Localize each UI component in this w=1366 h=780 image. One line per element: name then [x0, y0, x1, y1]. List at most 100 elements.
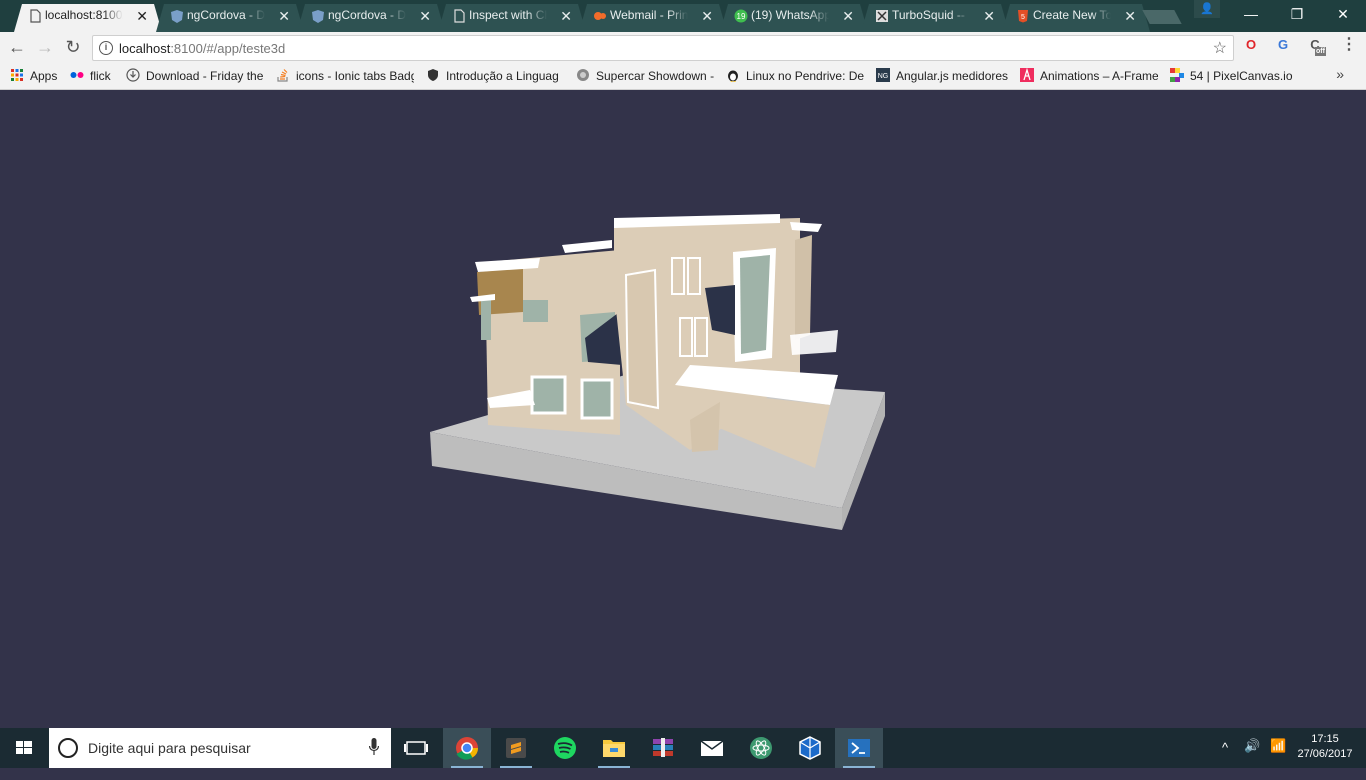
bookmark-download[interactable]: Download - Friday the	[126, 68, 264, 84]
taskbar-search[interactable]: Digite aqui para pesquisar	[49, 728, 391, 768]
menu-icon[interactable]: ⋮	[1340, 36, 1358, 54]
left-window-bottom	[530, 375, 567, 415]
tower-window-4	[694, 317, 708, 357]
tower-window-3	[679, 317, 693, 357]
bookmark-flick[interactable]: flick	[70, 68, 118, 84]
powershell-icon[interactable]	[835, 728, 883, 768]
bookmark-pixelcanvas[interactable]: 54 | PixelCanvas.io	[1170, 68, 1300, 84]
close-icon[interactable]: ✕	[560, 5, 572, 27]
tab-webmail[interactable]: Webmail - Prin ✕	[579, 4, 727, 32]
grey-extension-icon[interactable]: Coff	[1306, 36, 1326, 56]
restore-button[interactable]: ❐	[1274, 0, 1320, 28]
sublime-text-icon[interactable]	[492, 728, 540, 768]
reload-button[interactable]: ↻	[61, 35, 85, 59]
address-path: :8100/#/app/teste3d	[170, 41, 286, 56]
user-profile-icon[interactable]: 👤	[1194, 0, 1220, 18]
tab-localhost[interactable]: localhost:8100/ ✕	[14, 4, 162, 32]
back-button[interactable]: ←	[5, 35, 29, 59]
tower-glass	[740, 255, 770, 354]
task-view-icon[interactable]	[392, 728, 440, 768]
file-explorer-icon[interactable]	[590, 728, 638, 768]
tab-label: ngCordova - D	[328, 8, 406, 22]
volume-icon[interactable]: 🔊	[1244, 738, 1260, 778]
tux-icon	[728, 70, 738, 82]
tab-label: Webmail - Prin	[610, 8, 688, 22]
tab-ngcordova-1[interactable]: ngCordova - D ✕	[156, 4, 304, 32]
cpanel-icon	[594, 12, 606, 20]
tab-whatsapp[interactable]: 19 (19) WhatsApp ✕	[720, 4, 868, 32]
close-window-button[interactable]: ✕	[1320, 0, 1366, 28]
cortana-icon[interactable]	[58, 738, 78, 758]
translate-extension-icon[interactable]: G	[1274, 36, 1292, 54]
browser-toolbar: ← → ↻ i localhost:8100/#/app/teste3d ☆	[0, 32, 1366, 62]
page-icon	[454, 9, 465, 23]
tab-label: ngCordova - D	[187, 8, 265, 22]
extension-off-badge: off	[1315, 47, 1326, 56]
center-window-bottom	[580, 378, 614, 420]
tab-label: (19) WhatsApp	[751, 8, 829, 22]
stackoverflow-icon	[277, 69, 288, 82]
start-button[interactable]	[0, 728, 48, 768]
address-bar[interactable]: i localhost:8100/#/app/teste3d ☆	[92, 35, 1234, 61]
close-icon[interactable]: ✕	[983, 5, 995, 27]
windows-logo-icon	[16, 741, 32, 754]
tower-pillar	[624, 268, 660, 410]
tab-label: Create New Top	[1033, 8, 1111, 22]
chrome-icon[interactable]	[443, 728, 491, 768]
virtualbox-icon[interactable]	[786, 728, 834, 768]
tab-label: TurboSquid --	[892, 8, 965, 22]
bookmarks-overflow-button[interactable]: »	[1336, 66, 1344, 82]
winrar-icon[interactable]	[639, 728, 687, 768]
close-icon[interactable]: ✕	[842, 5, 854, 27]
close-icon[interactable]: ✕	[701, 5, 713, 27]
close-icon[interactable]: ✕	[136, 5, 148, 27]
tab-create-topic[interactable]: 5 Create New Top ✕	[1002, 4, 1150, 32]
tab-inspect[interactable]: Inspect with Ch ✕	[438, 4, 586, 32]
spotify-icon[interactable]	[541, 728, 589, 768]
wheel-icon	[577, 69, 589, 81]
network-icon[interactable]: 📶	[1270, 738, 1286, 778]
clock-date: 27/06/2017	[1297, 748, 1353, 760]
tray-chevron-icon[interactable]: ^	[1222, 740, 1228, 780]
svg-text:NG: NG	[878, 73, 889, 80]
svg-text:5: 5	[1021, 14, 1025, 21]
tab-strip: localhost:8100/ ✕ ngCordova - D ✕ ngCord…	[0, 0, 1366, 32]
bookmark-aframe[interactable]: Animations – A-Frame	[1020, 68, 1158, 84]
left-upper-roof	[562, 240, 612, 253]
close-icon[interactable]: ✕	[278, 5, 290, 27]
search-placeholder: Digite aqui para pesquisar	[88, 740, 251, 756]
shield-icon	[428, 69, 438, 81]
tab-ngcordova-2[interactable]: ngCordova - D ✕	[297, 4, 445, 32]
page-icon	[30, 9, 41, 23]
close-icon[interactable]: ✕	[1124, 5, 1136, 27]
bookmark-angular-medidores[interactable]: NG Angular.js medidores	[876, 68, 1014, 84]
webgl-viewport[interactable]	[0, 90, 1366, 728]
minimize-button[interactable]: —	[1228, 0, 1274, 28]
download-icon	[126, 68, 140, 82]
bookmark-linux-pendrive[interactable]: Linux no Pendrive: De	[726, 68, 864, 84]
bookmark-ionic-tabs[interactable]: icons - Ionic tabs Badg	[276, 68, 414, 84]
microphone-icon[interactable]	[369, 738, 379, 756]
tower-window-2	[687, 257, 701, 295]
bookmark-supercar[interactable]: Supercar Showdown -	[576, 68, 714, 84]
tab-label: Inspect with Ch	[469, 8, 547, 22]
system-clock[interactable]: 17:15 27/06/2017	[1290, 732, 1360, 762]
close-icon[interactable]: ✕	[419, 5, 431, 27]
address-url[interactable]: localhost:8100/#/app/teste3d	[119, 41, 285, 56]
new-tab-button[interactable]	[1142, 10, 1182, 24]
bookmark-introducao[interactable]: Introdução a Linguag	[426, 68, 564, 84]
tab-turbosquid[interactable]: TurboSquid -- ✕	[861, 4, 1009, 32]
bookmark-apps[interactable]: Apps	[10, 68, 62, 84]
info-icon[interactable]: i	[99, 41, 113, 55]
3d-house-model[interactable]	[0, 90, 1366, 728]
forward-button[interactable]: →	[33, 35, 57, 59]
windows-taskbar: Digite aqui para pesquisar ^ 🔊 📶 17:15 2…	[0, 728, 1366, 768]
bookmarks-bar: Apps flick Download - Friday the icons -…	[0, 62, 1366, 90]
flickr-icon	[70, 72, 84, 78]
opera-extension-icon[interactable]: O	[1242, 36, 1260, 54]
side-window	[481, 300, 491, 340]
angular-shield-icon	[312, 10, 324, 23]
mail-icon[interactable]	[688, 728, 736, 768]
atom-icon[interactable]	[737, 728, 785, 768]
bookmark-star-icon[interactable]: ☆	[1213, 38, 1227, 58]
